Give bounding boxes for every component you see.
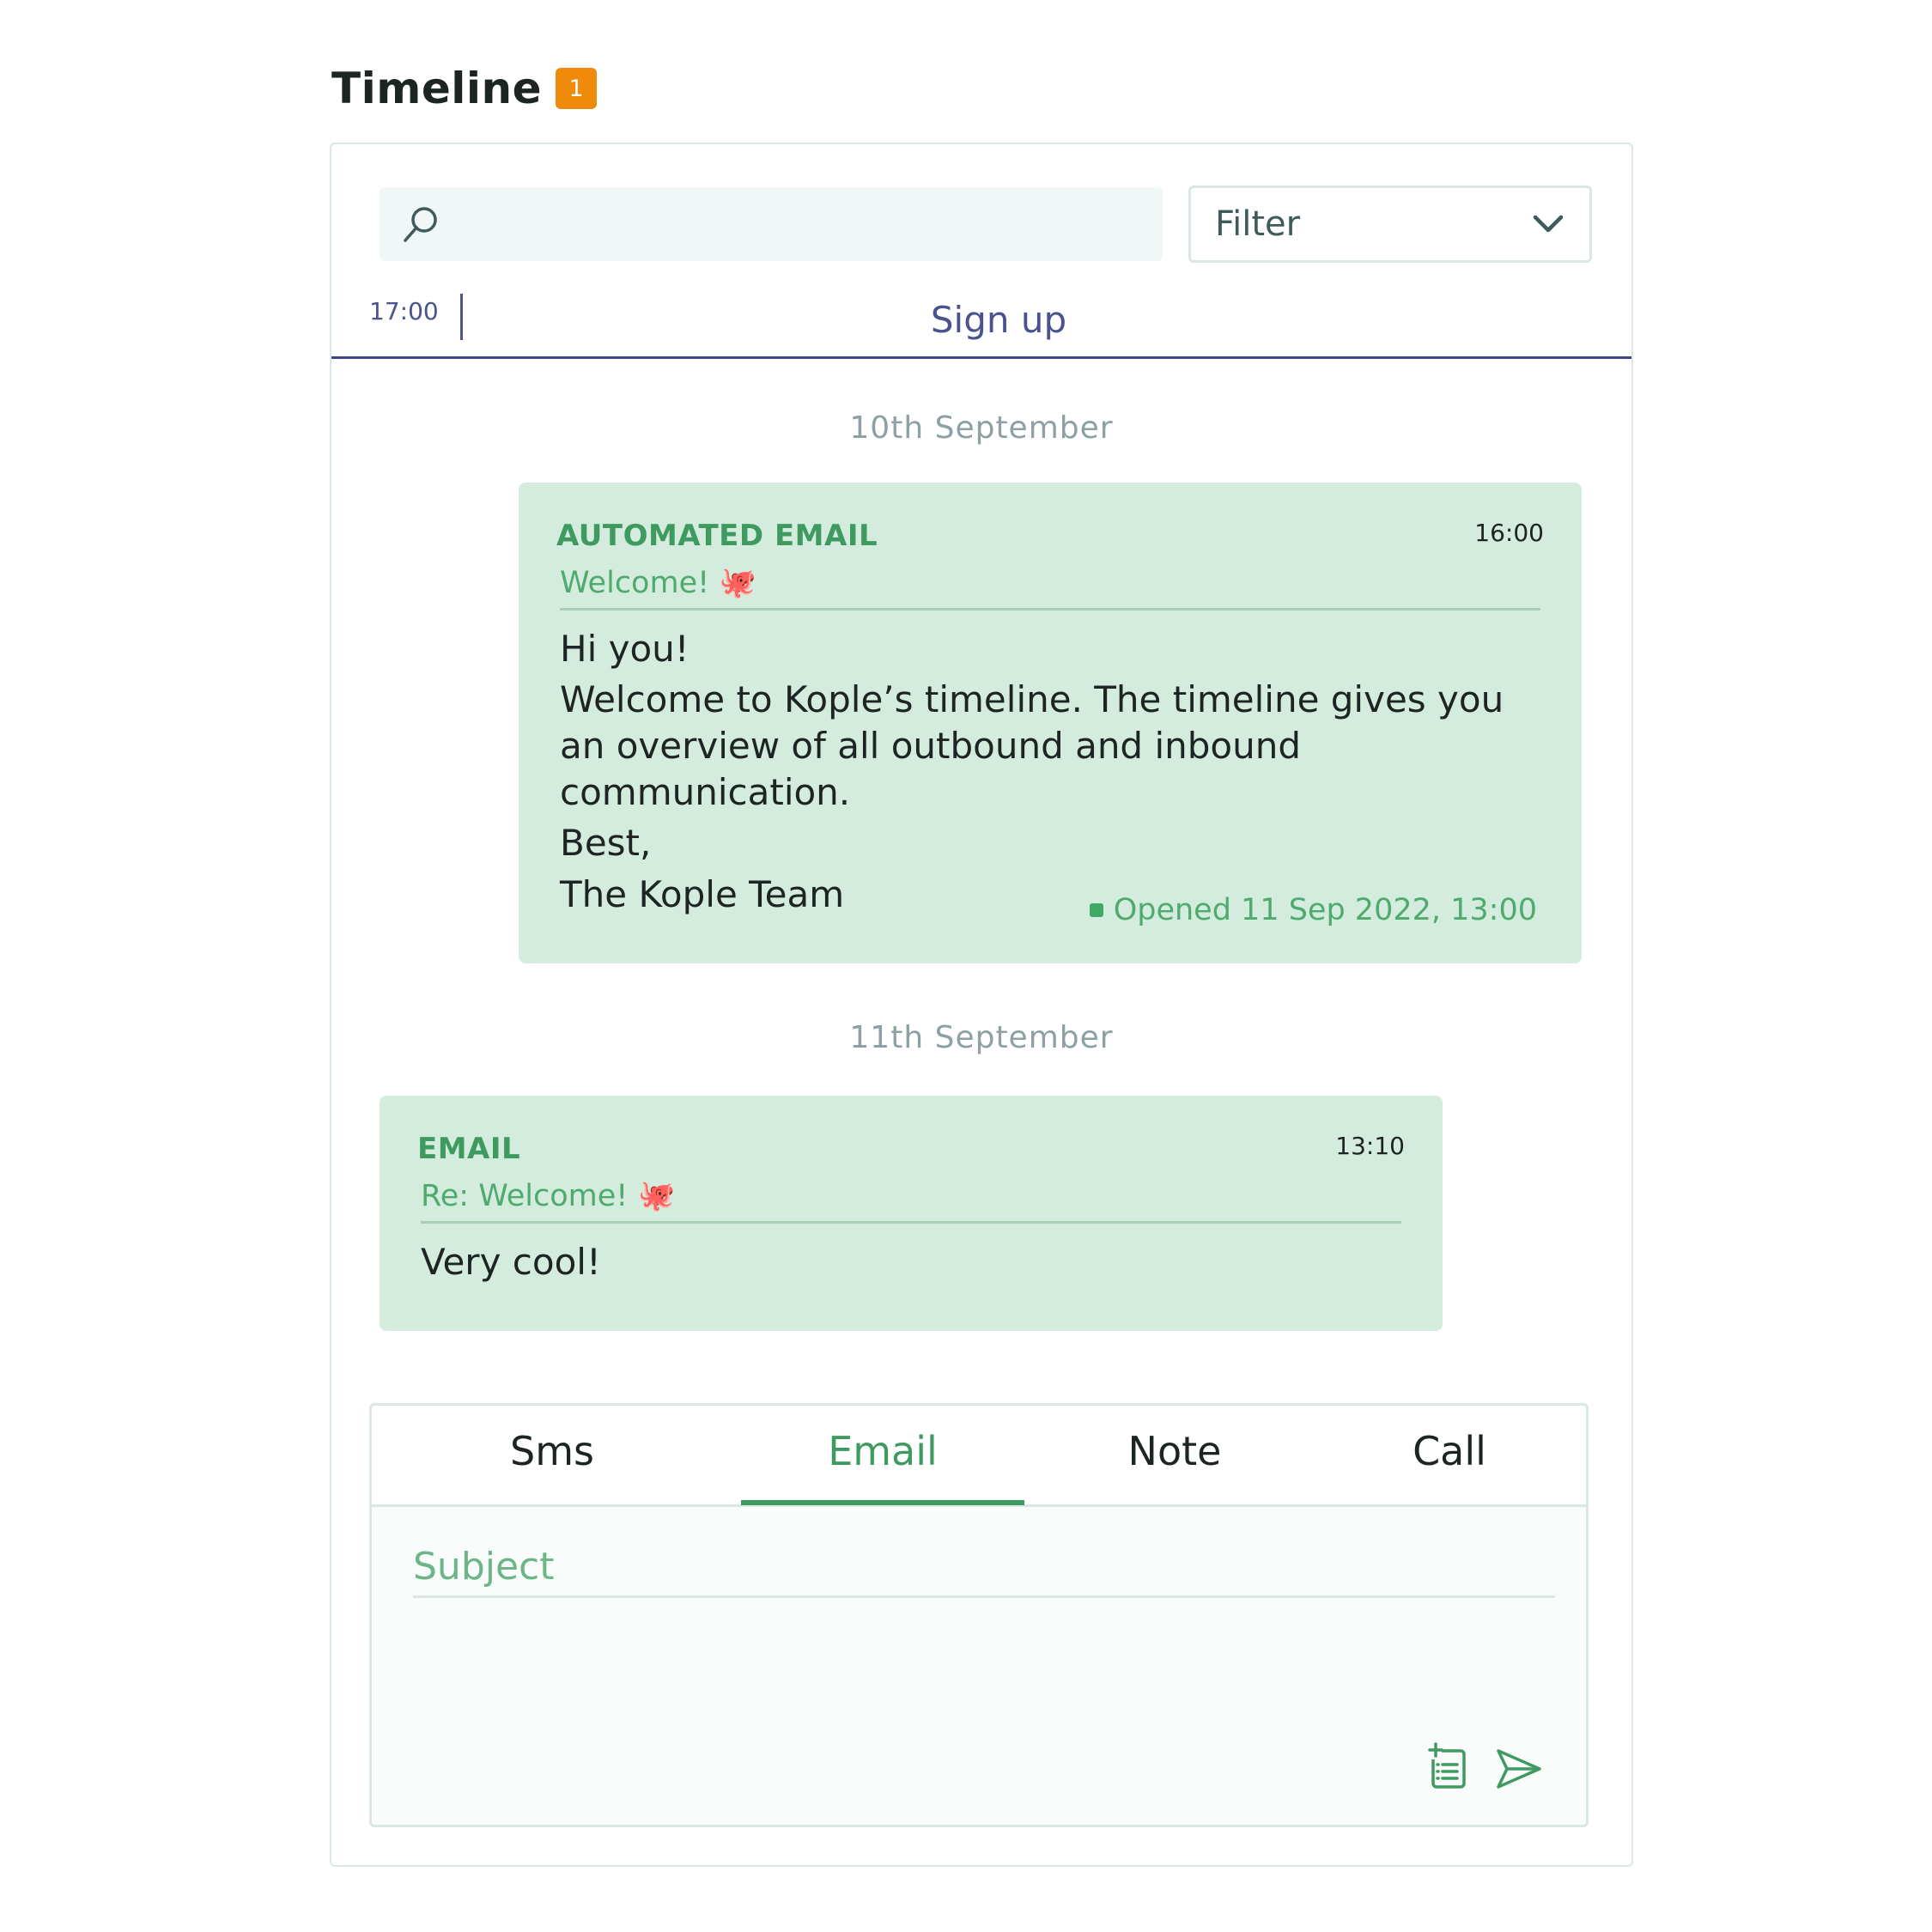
opened-status: Opened 11 Sep 2022, 13:00 [1089, 893, 1537, 927]
message-subject: Welcome! 🐙 [560, 566, 756, 600]
subject-divider [560, 608, 1540, 611]
message-body: Hi you! Welcome to Kople’s timeline. The… [560, 625, 1547, 922]
subject-divider [421, 1221, 1401, 1224]
date-separator: 11th September [849, 1020, 1114, 1055]
composer: Sms Email Note Call [369, 1403, 1589, 1827]
tab-note[interactable]: Note [1033, 1428, 1316, 1474]
send-icon [1497, 1749, 1541, 1789]
chevron-down-icon [1533, 215, 1564, 233]
message-time: 13:10 [1335, 1132, 1405, 1160]
add-note-button[interactable] [1428, 1742, 1471, 1794]
count-badge: 1 [556, 68, 598, 109]
add-note-icon [1428, 1742, 1466, 1789]
message-type: AUTOMATED EMAIL [556, 519, 878, 553]
search-box[interactable] [380, 187, 1163, 261]
subject-input[interactable] [413, 1538, 1555, 1598]
timeline-panel: Filter 17:00 Sign up 10th September AUTO… [330, 143, 1633, 1867]
search-icon [404, 207, 437, 242]
filter-dropdown[interactable]: Filter [1188, 185, 1592, 263]
page-header: Timeline 1 [331, 64, 598, 113]
body-line: Welcome to Kople’s timeline. The timelin… [560, 678, 1504, 813]
page-title: Timeline [331, 64, 543, 113]
body-line: Best, [560, 822, 652, 864]
search-input[interactable] [465, 187, 1135, 261]
event-label: Sign up [930, 299, 1067, 341]
tab-call[interactable]: Call [1308, 1428, 1591, 1474]
date-separator: 10th September [849, 410, 1114, 446]
tab-sms[interactable]: Sms [466, 1428, 638, 1474]
send-button[interactable] [1495, 1747, 1543, 1794]
active-tab-indicator [741, 1500, 1024, 1505]
message-subject: Re: Welcome! 🐙 [421, 1179, 676, 1213]
message-automated-email[interactable]: AUTOMATED EMAIL 16:00 Welcome! 🐙 Hi you!… [519, 483, 1582, 963]
message-body: Very cool! [421, 1238, 1408, 1290]
message-email[interactable]: EMAIL 13:10 Re: Welcome! 🐙 Very cool! [380, 1096, 1443, 1331]
event-signup: 17:00 Sign up [331, 290, 1631, 359]
tab-email[interactable]: Email [741, 1428, 1024, 1474]
message-time: 16:00 [1474, 519, 1544, 547]
filter-label: Filter [1215, 204, 1301, 244]
body-line: Very cool! [421, 1241, 601, 1283]
composer-tabs: Sms Email Note Call [372, 1406, 1586, 1507]
status-dot-icon [1089, 903, 1103, 917]
message-type: EMAIL [417, 1132, 521, 1166]
body-line: Hi you! [560, 628, 690, 670]
opened-text: Opened 11 Sep 2022, 13:00 [1113, 893, 1537, 927]
